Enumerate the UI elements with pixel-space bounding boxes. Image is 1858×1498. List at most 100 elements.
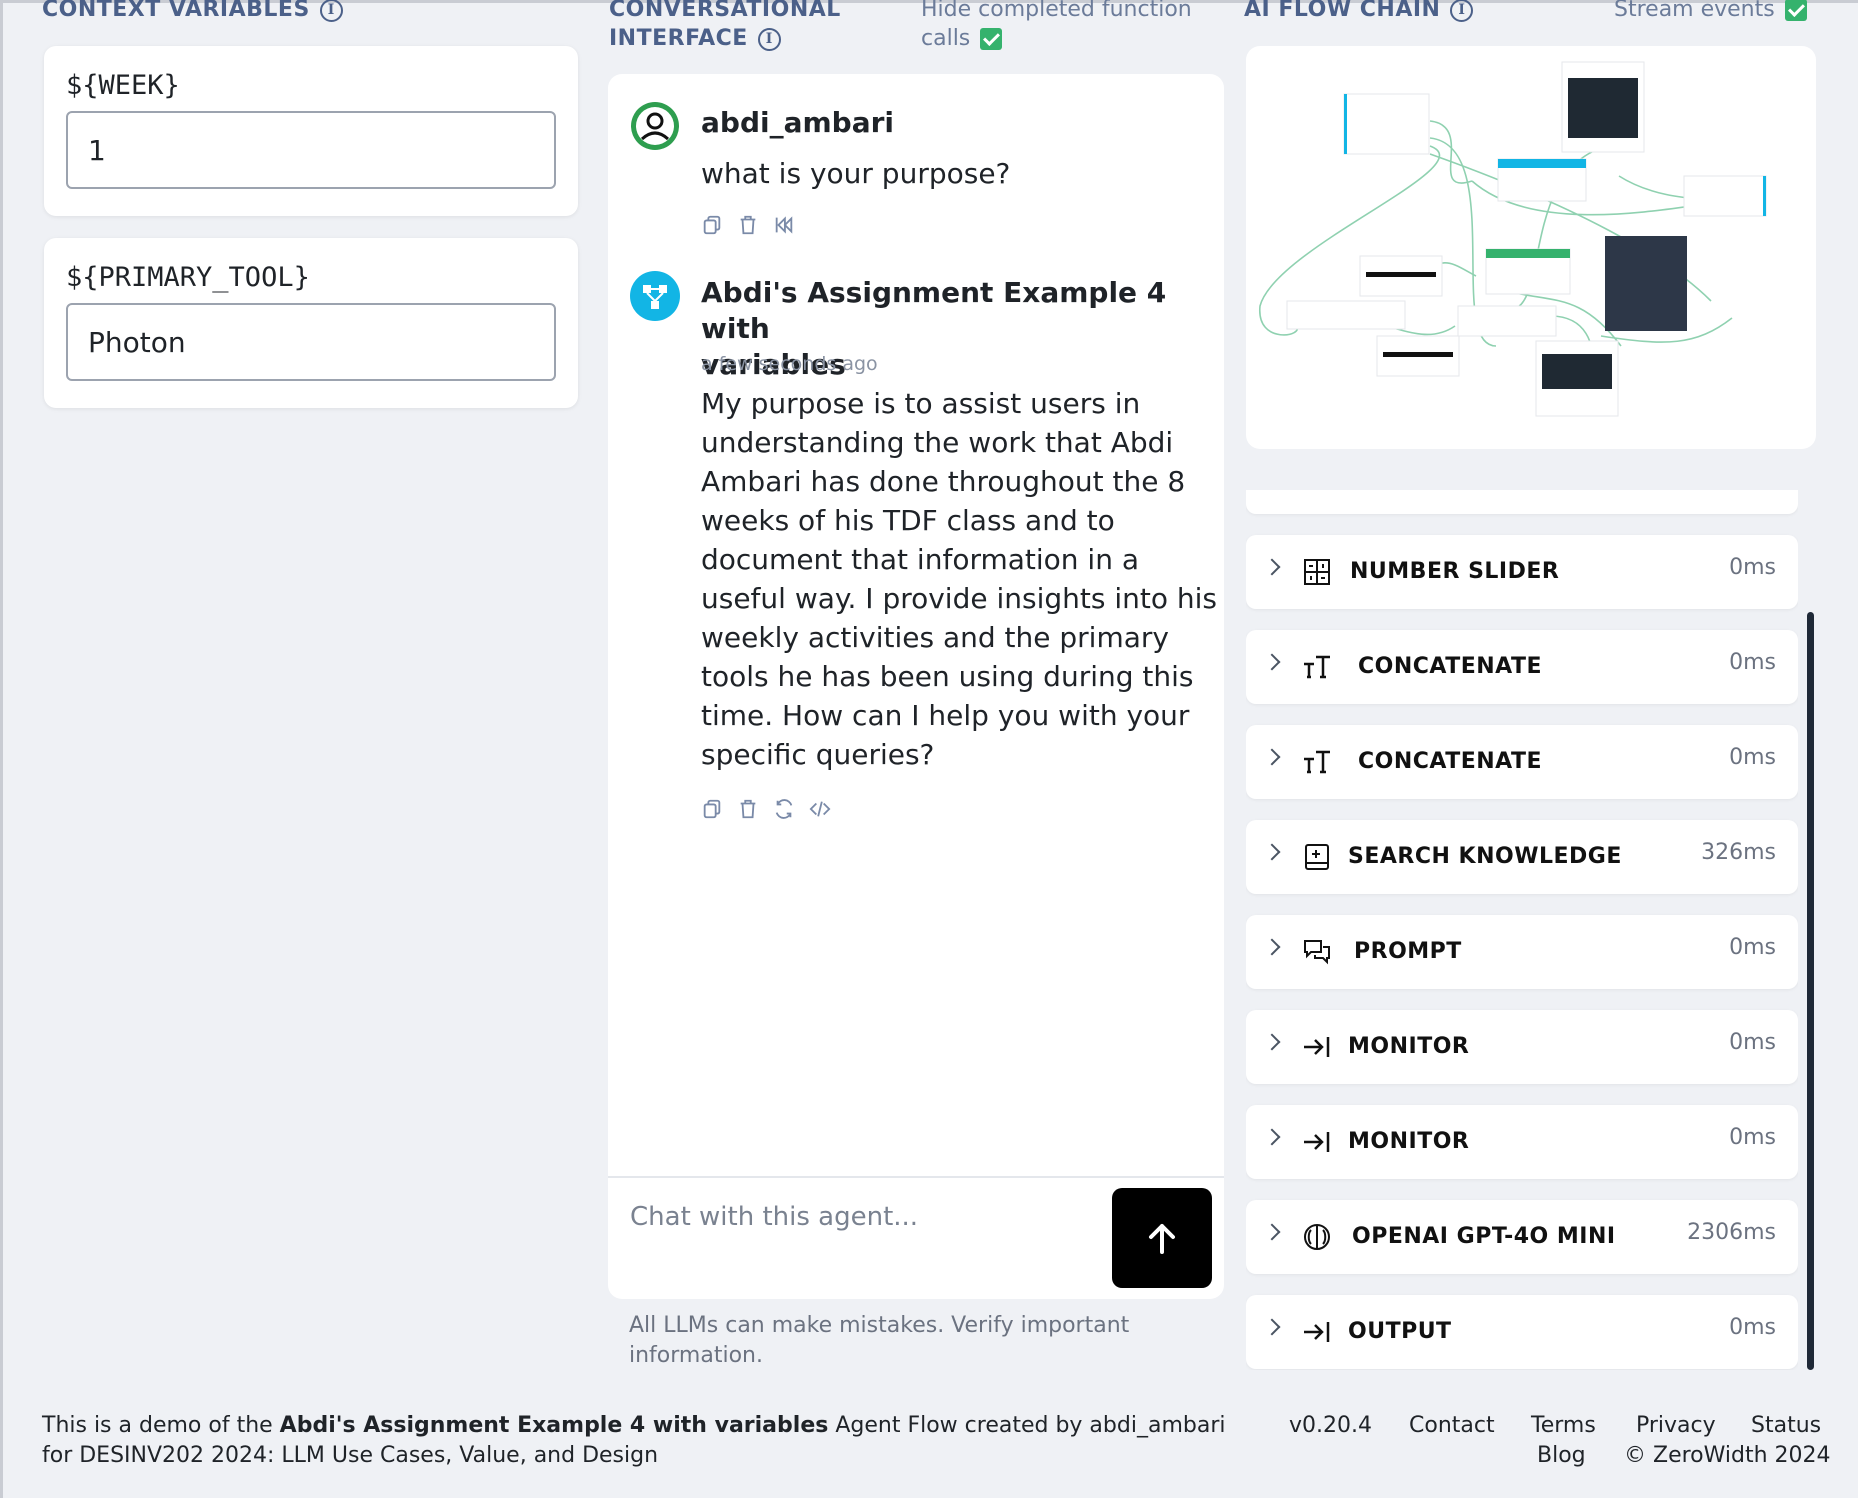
message-line: time. How can I help you with your	[701, 699, 1190, 732]
version-label: v0.20.4	[1289, 1413, 1372, 1438]
chain-item-number-slider[interactable]: NUMBER SLIDER 0ms	[1246, 535, 1798, 609]
flow-icon	[643, 285, 667, 309]
flow-graph-thumbnail	[1259, 61, 1767, 417]
message-text: what is your purpose?	[701, 157, 1011, 190]
user-avatar-icon	[631, 102, 679, 150]
agent-name-line1: Abdi's Assignment Example 4 with	[701, 276, 1167, 345]
chain-item-label: MONITOR	[1348, 1034, 1470, 1059]
variable-card-primary-tool: ${PRIMARY_TOOL} Photon	[44, 238, 578, 408]
privacy-link[interactable]: Privacy	[1636, 1411, 1716, 1441]
ai-flow-chain-title-text: AI FLOW CHAIN	[1244, 0, 1441, 22]
info-icon[interactable]: i	[319, 0, 343, 22]
arrow-to-line-icon	[1304, 1037, 1330, 1057]
hide-completed-checkbox[interactable]	[980, 28, 1003, 50]
user-avatar	[630, 101, 680, 151]
variable-label: ${PRIMARY_TOOL}	[66, 262, 310, 293]
chevron-right-icon[interactable]	[1263, 748, 1281, 766]
stream-events-toggle[interactable]: Stream events	[1614, 0, 1807, 24]
flow-chain-list: NUMBER SLIDER 0ms CONCATENATE 0ms CONCAT…	[1246, 490, 1798, 1370]
context-variables-title-text: CONTEXT VARIABLES	[42, 0, 310, 22]
info-icon[interactable]: i	[1450, 0, 1474, 22]
chain-item-monitor[interactable]: MONITOR 0ms	[1246, 1105, 1798, 1179]
chain-item-monitor[interactable]: MONITOR 0ms	[1246, 1010, 1798, 1084]
message-actions	[701, 214, 795, 236]
chain-item-time: 0ms	[1729, 745, 1776, 770]
blog-link[interactable]: Blog	[1537, 1441, 1586, 1471]
chat-bubbles-icon	[1304, 940, 1330, 965]
chain-item-prompt[interactable]: PROMPT 0ms	[1246, 915, 1798, 989]
chevron-right-icon[interactable]	[1263, 1033, 1281, 1051]
conversational-title-line2: INTERFACE	[609, 26, 748, 51]
info-icon[interactable]: i	[757, 27, 781, 51]
message-line: weekly activities and the primary	[701, 621, 1169, 654]
arrow-up-icon	[1149, 1224, 1175, 1254]
chain-item-concatenate[interactable]: CONCATENATE 0ms	[1246, 630, 1798, 704]
variable-input-week[interactable]: 1	[66, 111, 556, 189]
variable-input-primary-tool[interactable]: Photon	[66, 303, 556, 381]
chain-item-partial[interactable]	[1246, 490, 1798, 514]
footer-prefix: This is a demo of the	[42, 1413, 280, 1438]
chain-item-concatenate[interactable]: CONCATENATE 0ms	[1246, 725, 1798, 799]
footer-description: This is a demo of the Abdi's Assignment …	[42, 1411, 1242, 1471]
code-icon[interactable]	[809, 798, 831, 820]
flow-diagram-preview[interactable]	[1246, 46, 1816, 449]
variable-card-week: ${WEEK} 1	[44, 46, 578, 216]
message-line: document that information in a	[701, 543, 1140, 576]
agent-message-text: My purpose is to assist users in underst…	[701, 384, 1217, 774]
chain-item-time: 0ms	[1729, 650, 1776, 675]
stream-events-checkbox[interactable]	[1784, 0, 1807, 21]
copy-icon[interactable]	[701, 798, 723, 820]
flow-chain-scrollbar[interactable]	[1807, 612, 1814, 1370]
chain-item-time: 0ms	[1729, 1315, 1776, 1340]
terms-link[interactable]: Terms	[1531, 1411, 1596, 1441]
context-variables-title: CONTEXT VARIABLES i	[42, 0, 343, 24]
message-timestamp: a few seconds ago	[701, 353, 878, 375]
message-actions	[701, 798, 831, 820]
message-line: weeks of his TDF class and to	[701, 504, 1115, 537]
chevron-right-icon[interactable]	[1263, 938, 1281, 956]
chevron-right-icon[interactable]	[1263, 1318, 1281, 1336]
chain-item-openai-gpt-4o-mini[interactable]: OPENAI GPT-4O MINI 2306ms	[1246, 1200, 1798, 1274]
chain-item-label: CONCATENATE	[1358, 654, 1543, 679]
message-line: Ambari has done throughout the 8	[701, 465, 1186, 498]
hide-completed-toggle[interactable]: Hide completed function calls	[921, 0, 1192, 53]
chain-item-label: SEARCH KNOWLEDGE	[1348, 844, 1622, 869]
chain-item-output[interactable]: OUTPUT 0ms	[1246, 1295, 1798, 1369]
delete-icon[interactable]	[737, 798, 759, 820]
chain-item-time: 0ms	[1729, 1030, 1776, 1055]
copy-icon[interactable]	[701, 214, 723, 236]
chain-item-time: 0ms	[1729, 935, 1776, 960]
chevron-right-icon[interactable]	[1263, 558, 1281, 576]
chain-item-time: 0ms	[1729, 555, 1776, 580]
footer-flow-name[interactable]: Abdi's Assignment Example 4 with variabl…	[280, 1413, 829, 1438]
conversational-title-line1: CONVERSATIONAL	[609, 0, 841, 22]
brain-icon	[1304, 1224, 1330, 1250]
delete-icon[interactable]	[737, 214, 759, 236]
chat-panel: abdi_ambari what is your purpose? Abdi's…	[608, 74, 1224, 1299]
chevron-right-icon[interactable]	[1263, 1223, 1281, 1241]
stream-events-label: Stream events	[1614, 0, 1775, 22]
chain-item-label: OPENAI GPT-4O MINI	[1352, 1224, 1616, 1249]
disclaimer-text: All LLMs can make mistakes. Verify impor…	[629, 1313, 1130, 1368]
chevron-right-icon[interactable]	[1263, 843, 1281, 861]
send-button[interactable]	[1112, 1188, 1212, 1288]
message-line: My purpose is to assist users in	[701, 387, 1141, 420]
message-line: specific queries?	[701, 738, 935, 771]
chain-item-search-knowledge[interactable]: SEARCH KNOWLEDGE 326ms	[1246, 820, 1798, 894]
contact-link[interactable]: Contact	[1409, 1411, 1495, 1441]
regenerate-icon[interactable]	[773, 798, 795, 820]
message-line: tools he has been using during this	[701, 660, 1194, 693]
chain-item-time: 2306ms	[1687, 1220, 1776, 1245]
rewind-icon[interactable]	[773, 214, 795, 236]
chain-item-label: MONITOR	[1348, 1129, 1470, 1154]
status-link[interactable]: Status	[1751, 1411, 1821, 1441]
chat-divider	[608, 1176, 1224, 1178]
message-line: useful way. I provide insights into his	[701, 582, 1218, 615]
chain-item-label: CONCATENATE	[1358, 749, 1543, 774]
chat-input[interactable]: Chat with this agent...	[630, 1202, 918, 1232]
chain-item-time: 0ms	[1729, 1125, 1776, 1150]
hide-toggle-label-line2: calls	[921, 26, 971, 51]
chain-item-label: PROMPT	[1354, 939, 1462, 964]
chevron-right-icon[interactable]	[1263, 1128, 1281, 1146]
chevron-right-icon[interactable]	[1263, 653, 1281, 671]
